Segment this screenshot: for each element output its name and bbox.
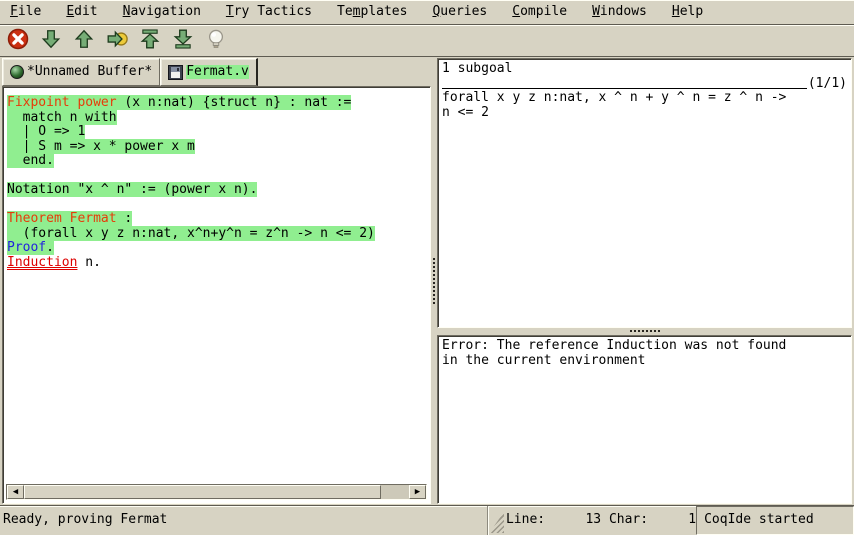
code-segment: : [124,211,132,226]
horizontal-splitter[interactable] [437,326,852,335]
code-segment: Induction [7,255,77,270]
code-segment: match n with [7,110,117,125]
status-bar: Ready, proving Fermat Line: 13 Char: 1 C… [0,505,854,535]
status-message: Ready, proving Fermat [0,506,489,535]
menu-windows[interactable]: Windows [584,3,655,22]
floppy-disk-icon [168,65,183,80]
green-sphere-icon [10,65,24,79]
code-segment: Notation "x ^ n" := (power x n). [7,182,257,197]
menu-compile[interactable]: Compile [504,3,575,22]
splitter-handle-dots[interactable] [433,258,435,304]
hints-button[interactable] [203,28,229,54]
code-line[interactable]: end. [7,154,430,169]
code-segment: | O => 1 [7,124,85,139]
code-line[interactable]: match n with [7,111,430,126]
code-line[interactable] [7,198,430,213]
stop-button[interactable] [5,28,31,54]
step-backward-button[interactable] [71,28,97,54]
menu-try-tactics[interactable]: Try Tactics [218,3,320,22]
down-arrow-icon [40,28,62,53]
tab-fermat-v[interactable]: Fermat.v [160,58,258,86]
menu-templates[interactable]: Templates [329,3,415,22]
menu-navigation[interactable]: Navigation [115,3,209,22]
menu-file[interactable]: File [2,3,49,22]
down-arrow-bar-icon [172,28,194,53]
go-to-start-button[interactable] [137,28,163,54]
coqide-status: CoqIde started [696,506,854,535]
up-arrow-icon [73,28,95,53]
char-value: 1 [648,513,696,528]
cursor-position: Line: 13 Char: 1 [506,506,696,535]
toolbar [0,25,854,57]
splitter-handle-dots[interactable] [630,330,660,332]
vertical-splitter[interactable] [430,58,437,504]
code-segment: (forall x y z n:nat, x^n+y^n = z^n -> n … [7,226,375,241]
error-message: Error: The reference Induction was not f… [438,336,851,371]
code-segment: | S m => x * power x m [7,139,195,154]
lightbulb-icon [205,28,227,53]
arrow-ball-icon [106,28,128,53]
code-line[interactable]: Theorem Fermat : [7,212,430,227]
goal-counter: (1/1) [807,77,847,92]
line-label: Line: [506,513,545,528]
goal-separator: (1/1) [442,77,847,92]
script-editor-pane[interactable]: Fixpoint power (x n:nat) {struct n} : na… [2,86,431,504]
goal-text: forall x y z n:nat, x ^ n + y ^ n = z ^ … [442,91,847,120]
code-line[interactable]: Proof. [7,241,430,256]
buffer-tab-row: *Unnamed Buffer* Fermat.v [2,58,258,86]
menu-edit[interactable]: Edit [58,3,105,22]
messages-pane[interactable]: Error: The reference Induction was not f… [437,335,852,504]
code-line[interactable]: | S m => x * power x m [7,140,430,155]
scroll-left-arrow-icon[interactable]: ◀ [7,485,24,499]
goal-line: forall x y z n:nat, x ^ n + y ^ n = z ^ … [442,91,847,106]
code-segment: n. [77,255,100,270]
message-line: Error: The reference Induction was not f… [442,339,847,354]
scroll-right-arrow-icon[interactable]: ▶ [409,485,426,499]
menu-queries[interactable]: Queries [424,3,495,22]
code-line[interactable]: (forall x y z n:nat, x^n+y^n = z^n -> n … [7,227,430,242]
code-segment: Theorem Fermat [7,211,124,226]
code-segment: Proof [7,240,46,255]
menu-help[interactable]: Help [664,3,711,22]
subgoal-header: 1 subgoal [442,62,847,77]
code-segment: end. [7,153,54,168]
goal-line: n <= 2 [442,106,847,121]
coqide-window: { "colors":{ "window_bg":"#d7d3c3", "pan… [0,0,854,535]
code-line[interactable]: Fixpoint power (x n:nat) {struct n} : na… [7,96,430,111]
message-line: in the current environment [442,354,847,369]
code-segment: Fixpoint power [7,95,117,110]
line-value: 13 [545,513,601,528]
tab-unnamed-buffer-label: *Unnamed Buffer* [27,65,152,80]
spacer [601,513,609,528]
stop-icon [7,28,29,53]
goals-pane[interactable]: 1 subgoal (1/1) forall x y z n:nat, x ^ … [437,58,852,328]
code-segment: . [46,240,54,255]
go-to-end-button[interactable] [170,28,196,54]
up-arrow-bar-icon [139,28,161,53]
code-line[interactable]: Induction n. [7,256,430,271]
scrollbar-thumb[interactable] [24,485,381,499]
code-line[interactable] [7,169,430,184]
step-forward-button[interactable] [38,28,64,54]
menu-bar: File Edit Navigation Try Tactics Templates Qu… [0,0,854,25]
code-line[interactable]: | O => 1 [7,125,430,140]
horizontal-scrollbar[interactable]: ◀ ▶ [6,484,427,500]
code-line[interactable]: Notation "x ^ n" := (power x n). [7,183,430,198]
scrollbar-track[interactable] [381,485,409,499]
tab-fermat-v-label: Fermat.v [186,65,249,80]
script-code[interactable]: Fixpoint power (x n:nat) {struct n} : na… [3,87,430,270]
char-label: Char: [609,513,648,528]
goal-separator-line [442,88,807,89]
go-to-cursor-button[interactable] [104,28,130,54]
code-segment: (x n:nat) {struct n} : nat := [117,95,352,110]
tab-unnamed-buffer[interactable]: *Unnamed Buffer* [2,58,160,86]
resize-grip-icon[interactable] [489,512,504,533]
